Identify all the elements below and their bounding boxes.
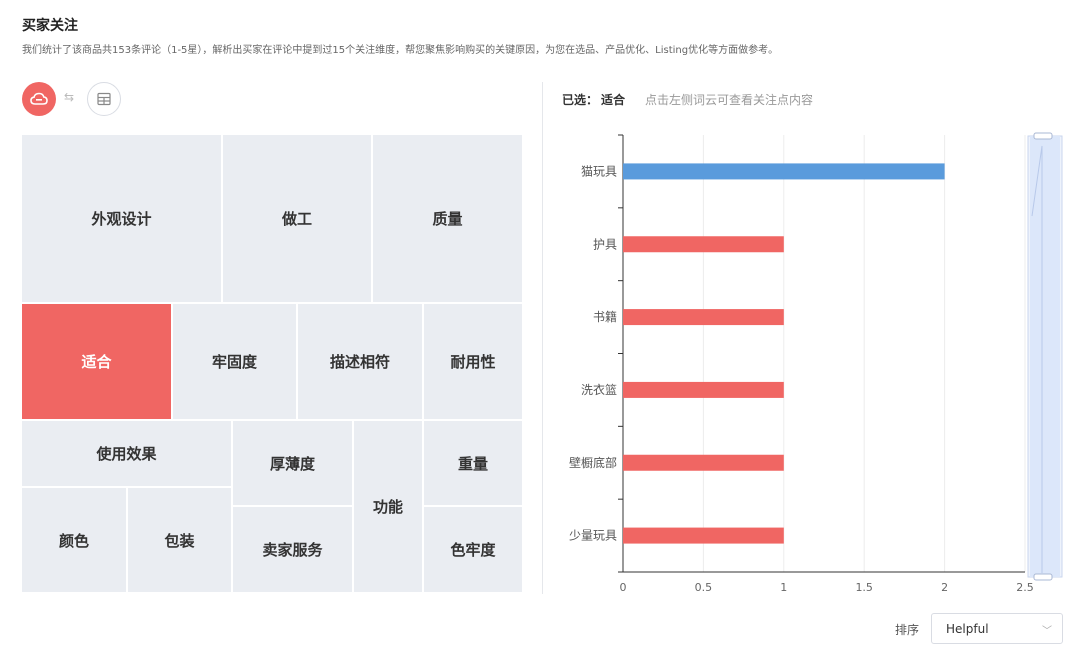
panel-divider bbox=[542, 82, 543, 594]
y-category-label: 少量玩具 bbox=[569, 529, 617, 543]
x-tick-label: 0 bbox=[620, 581, 627, 594]
x-tick-label: 0.5 bbox=[695, 581, 713, 594]
wordcloud-view-button[interactable] bbox=[22, 82, 56, 116]
treemap-tile[interactable]: 功能 bbox=[354, 421, 422, 592]
treemap-tile[interactable]: 重量 bbox=[424, 421, 522, 505]
x-tick-label: 1 bbox=[780, 581, 787, 594]
bar[interactable] bbox=[623, 236, 784, 253]
treemap-tile[interactable]: 包装 bbox=[128, 488, 231, 592]
swap-icon: ⇆ bbox=[64, 90, 75, 104]
treemap-tile[interactable]: 使用效果 bbox=[22, 421, 231, 486]
zoom-slider-handle-bottom[interactable] bbox=[1033, 573, 1053, 581]
bar[interactable] bbox=[623, 381, 784, 398]
treemap-tile[interactable]: 色牢度 bbox=[424, 507, 522, 592]
table-icon bbox=[97, 92, 111, 106]
section-description: 我们统计了该商品共153条评论（1-5星），解析出买家在评论中提到过15个关注维… bbox=[22, 45, 779, 56]
wordcloud-icon bbox=[30, 92, 48, 105]
sort-selected-value: Helpful bbox=[946, 622, 989, 636]
y-category-label: 壁橱底部 bbox=[569, 455, 617, 470]
sort-select[interactable]: Helpful ﹀ bbox=[931, 613, 1063, 644]
treemap-tile-selected[interactable]: 适合 bbox=[22, 304, 171, 419]
x-tick-label: 2 bbox=[941, 581, 948, 594]
treemap-tile[interactable]: 牢固度 bbox=[173, 304, 296, 419]
y-category-label: 书籍 bbox=[593, 309, 617, 324]
treemap-tile[interactable]: 做工 bbox=[223, 135, 371, 302]
selected-label: 已选： bbox=[562, 93, 599, 107]
sort-label: 排序 bbox=[895, 623, 920, 637]
treemap-tile[interactable]: 质量 bbox=[373, 135, 522, 302]
selected-value: 适合 bbox=[601, 93, 626, 107]
bar-chart: 0 0.5 1 1.5 2 2.5 猫玩具护具书籍洗衣篮壁橱底部少量玩具 bbox=[569, 132, 1063, 594]
treemap-tile[interactable]: 耐用性 bbox=[424, 304, 522, 419]
treemap-tile[interactable]: 卖家服务 bbox=[233, 507, 352, 592]
y-category-label: 护具 bbox=[593, 237, 617, 251]
bar[interactable] bbox=[623, 454, 784, 471]
bar[interactable] bbox=[623, 527, 784, 544]
zoom-slider-handle-top[interactable] bbox=[1033, 132, 1053, 140]
y-category-label: 猫玩具 bbox=[581, 164, 617, 178]
treemap-tile[interactable]: 颜色 bbox=[22, 488, 126, 592]
x-tick-label: 2.5 bbox=[1016, 581, 1034, 594]
table-view-button[interactable] bbox=[87, 82, 121, 116]
bar[interactable] bbox=[623, 309, 784, 326]
hint-text: 点击左侧词云可查看关注点内容 bbox=[645, 93, 814, 107]
bar[interactable] bbox=[623, 163, 945, 180]
treemap-tile[interactable]: 描述相符 bbox=[298, 304, 422, 419]
section-title: 买家关注 bbox=[22, 18, 78, 34]
treemap-tile[interactable]: 厚薄度 bbox=[233, 421, 352, 505]
chevron-down-icon: ﹀ bbox=[1042, 626, 1052, 637]
x-tick-label: 1.5 bbox=[855, 581, 873, 594]
treemap-tile[interactable]: 外观设计 bbox=[22, 135, 221, 302]
keyword-treemap: 外观设计 做工 质量 适合 牢固度 描述相符 耐用性 使用效果 厚薄度 功能 重… bbox=[22, 135, 522, 595]
y-category-label: 洗衣篮 bbox=[581, 382, 617, 397]
zoom-slider-range[interactable] bbox=[1030, 136, 1060, 577]
